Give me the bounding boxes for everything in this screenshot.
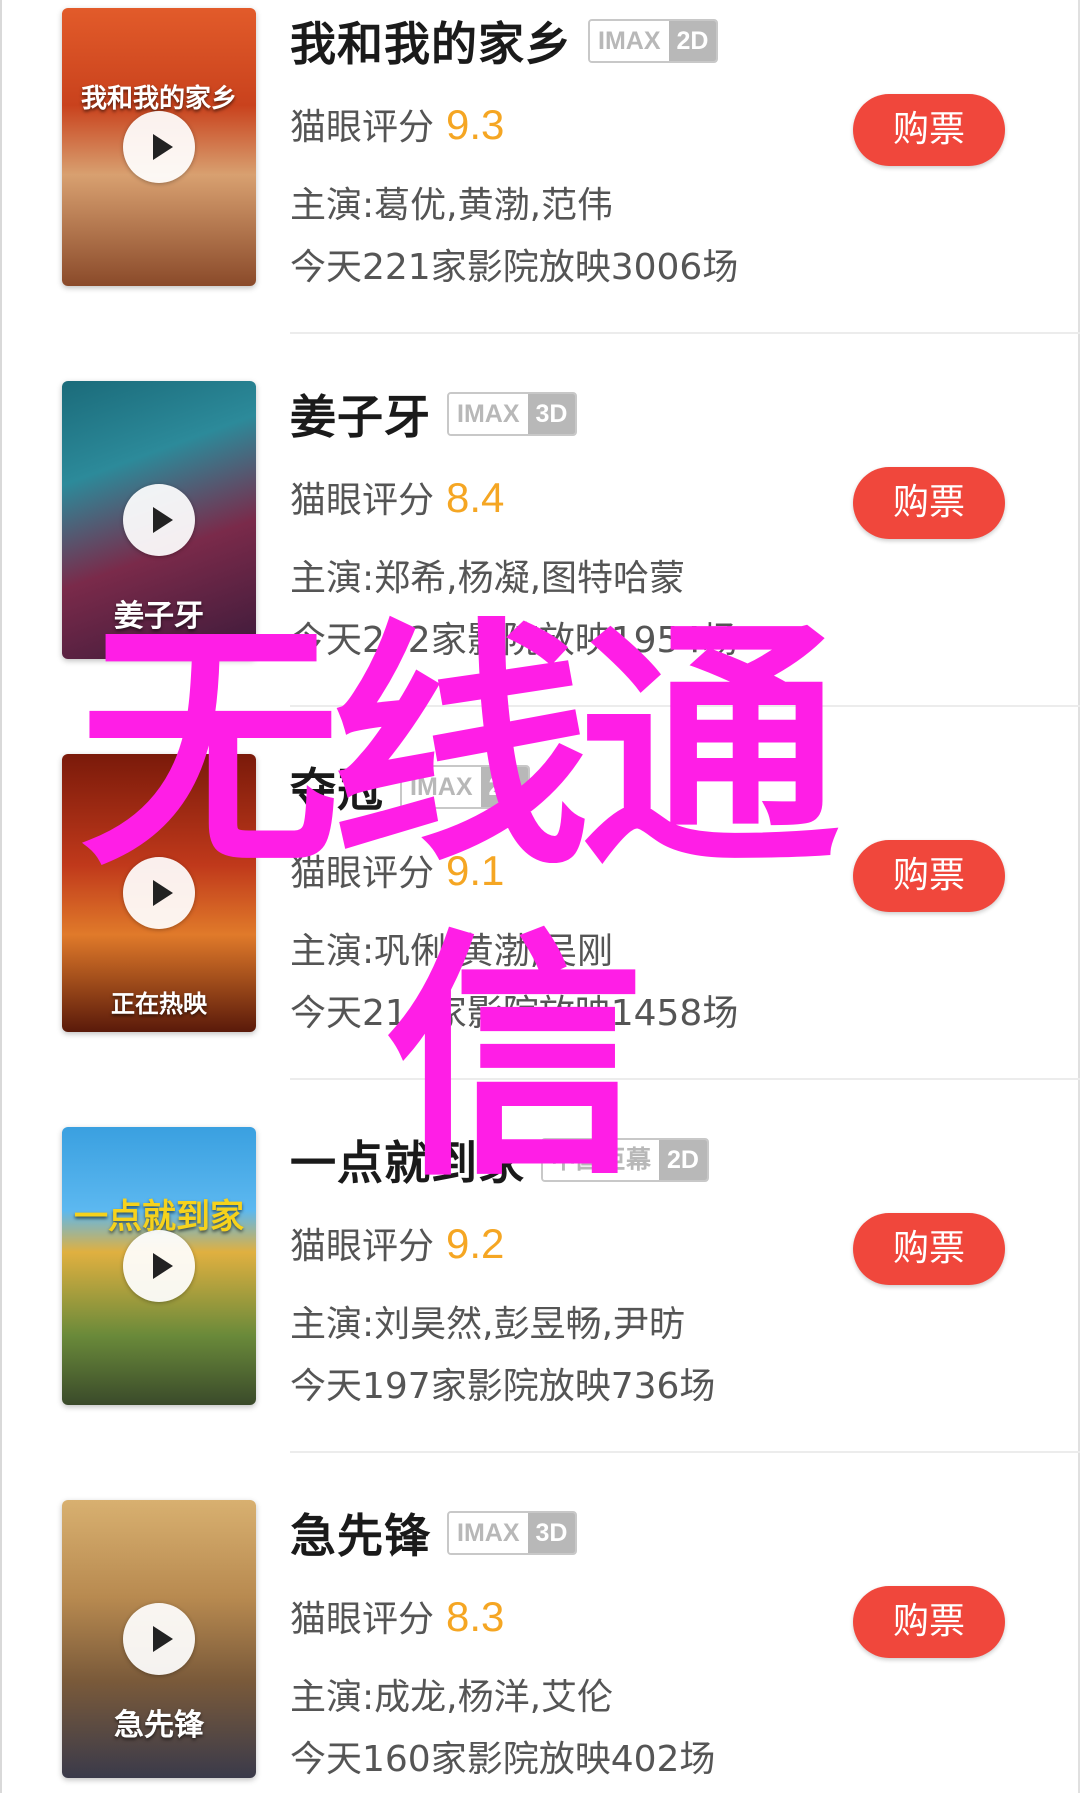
divider — [290, 1451, 1080, 1453]
title-row: 急先锋 IMAX 3D — [290, 1500, 578, 1566]
buy-ticket-button[interactable]: 购票 — [853, 94, 1005, 166]
movie-item[interactable]: 急先锋 急先锋 IMAX 3D 猫眼评分 8.3 主演:成龙,杨洋,艾伦 今天16… — [0, 1492, 1080, 1793]
rating-label: 猫眼评分 — [290, 1599, 435, 1640]
format-tag-type: IMAX — [402, 767, 481, 807]
rating-score: 8.3 — [446, 1593, 505, 1640]
showtimes-text: 今天160家影院放映402场 — [290, 1739, 716, 1780]
showtimes-text: 今天214家影院放映1458场 — [290, 993, 739, 1034]
format-tag: IMAX 2D — [588, 19, 719, 63]
divider — [290, 332, 1080, 334]
divider — [290, 705, 1080, 707]
cast-text: 主演:成龙,杨洋,艾伦 — [290, 1677, 614, 1718]
movie-title[interactable]: 急先锋 — [290, 1500, 431, 1566]
play-icon[interactable] — [123, 857, 195, 929]
movie-poster[interactable]: 姜子牙 — [62, 381, 256, 659]
movie-poster[interactable]: 正在热映 — [62, 754, 256, 1032]
play-icon[interactable] — [123, 1230, 195, 1302]
title-row: 一点就到家 中国巨幕 2D — [290, 1129, 709, 1191]
movie-item[interactable]: 一点就到家 一点就到家 中国巨幕 2D 猫眼评分 9.2 主演:刘昊然,彭昱畅,尹… — [0, 1119, 1080, 1492]
poster-caption: 姜子牙 — [114, 599, 204, 634]
title-row: 我和我的家乡 IMAX 2D — [290, 8, 719, 74]
play-icon[interactable] — [123, 1603, 195, 1675]
rating-score: 9.3 — [446, 101, 505, 148]
showtimes-text: 今天212家影院放映1954场 — [290, 620, 739, 661]
cast-text: 主演:葛优,黄渤,范伟 — [290, 185, 614, 226]
rating-row: 猫眼评分 8.3 — [290, 1590, 504, 1642]
poster-caption: 急先锋 — [114, 1708, 204, 1743]
format-tag: IMAX 2D — [400, 765, 531, 809]
poster-caption: 正在热映 — [111, 989, 207, 1018]
format-tag-type: IMAX — [590, 21, 669, 61]
movie-item[interactable]: 姜子牙 姜子牙 IMAX 3D 猫眼评分 8.4 主演:郑希,杨凝,图特哈蒙 今天… — [0, 373, 1080, 746]
rating-label: 猫眼评分 — [290, 480, 435, 521]
format-tag-type: IMAX — [449, 1513, 528, 1553]
movie-poster[interactable]: 一点就到家 — [62, 1127, 256, 1405]
movie-poster[interactable]: 我和我的家乡 — [62, 8, 256, 286]
rating-row: 猫眼评分 9.1 — [290, 844, 504, 896]
rating-score: 8.4 — [446, 474, 505, 521]
movie-title[interactable]: 一点就到家 — [290, 1127, 525, 1193]
showtimes-text: 今天197家影院放映736场 — [290, 1366, 716, 1407]
poster-caption: 我和我的家乡 — [80, 84, 237, 114]
rating-row: 猫眼评分 9.2 — [290, 1217, 504, 1269]
rating-label: 猫眼评分 — [290, 107, 435, 148]
format-tag-dim: 2D — [659, 1140, 707, 1180]
rating-score: 9.2 — [446, 1220, 505, 1267]
cast-text: 主演:郑希,杨凝,图特哈蒙 — [290, 558, 686, 599]
movie-list-page: 我和我的家乡 我和我的家乡 IMAX 2D 猫眼评分 9.3 主演:葛优,黄渤,范… — [0, 0, 1080, 1793]
movie-item[interactable]: 正在热映 夺冠 IMAX 2D 猫眼评分 9.1 主演:巩俐,黄渤,吴刚 今天21… — [0, 746, 1080, 1119]
play-icon[interactable] — [123, 484, 195, 556]
format-tag-dim: 3D — [527, 1513, 576, 1553]
rating-row: 猫眼评分 8.4 — [290, 471, 504, 523]
movie-title[interactable]: 姜子牙 — [290, 381, 431, 447]
format-tag-dim: 2D — [480, 767, 529, 807]
rating-label: 猫眼评分 — [290, 853, 435, 894]
divider — [290, 1078, 1080, 1080]
format-tag-type: 中国巨幕 — [543, 1140, 660, 1180]
buy-ticket-button[interactable]: 购票 — [853, 467, 1005, 539]
buy-ticket-button[interactable]: 购票 — [853, 1586, 1005, 1658]
showtimes-text: 今天221家影院放映3006场 — [290, 247, 739, 288]
title-row: 姜子牙 IMAX 3D — [290, 381, 578, 447]
buy-ticket-button[interactable]: 购票 — [853, 840, 1005, 912]
movie-title[interactable]: 夺冠 — [290, 754, 384, 820]
format-tag: 中国巨幕 2D — [541, 1138, 709, 1182]
format-tag-dim: 3D — [527, 394, 576, 434]
rating-score: 9.1 — [446, 847, 505, 894]
rating-label: 猫眼评分 — [290, 1226, 435, 1267]
format-tag-type: IMAX — [449, 394, 528, 434]
cast-text: 主演:刘昊然,彭昱畅,尹昉 — [290, 1304, 686, 1345]
format-tag-dim: 2D — [668, 21, 717, 61]
title-row: 夺冠 IMAX 2D — [290, 754, 531, 820]
cast-text: 主演:巩俐,黄渤,吴刚 — [290, 931, 614, 972]
movie-poster[interactable]: 急先锋 — [62, 1500, 256, 1778]
play-icon[interactable] — [123, 111, 195, 183]
format-tag: IMAX 3D — [447, 392, 578, 436]
buy-ticket-button[interactable]: 购票 — [853, 1213, 1005, 1285]
movie-item[interactable]: 我和我的家乡 我和我的家乡 IMAX 2D 猫眼评分 9.3 主演:葛优,黄渤,范… — [0, 0, 1080, 373]
rating-row: 猫眼评分 9.3 — [290, 98, 504, 150]
movie-title[interactable]: 我和我的家乡 — [290, 8, 572, 74]
format-tag: IMAX 3D — [447, 1511, 578, 1555]
